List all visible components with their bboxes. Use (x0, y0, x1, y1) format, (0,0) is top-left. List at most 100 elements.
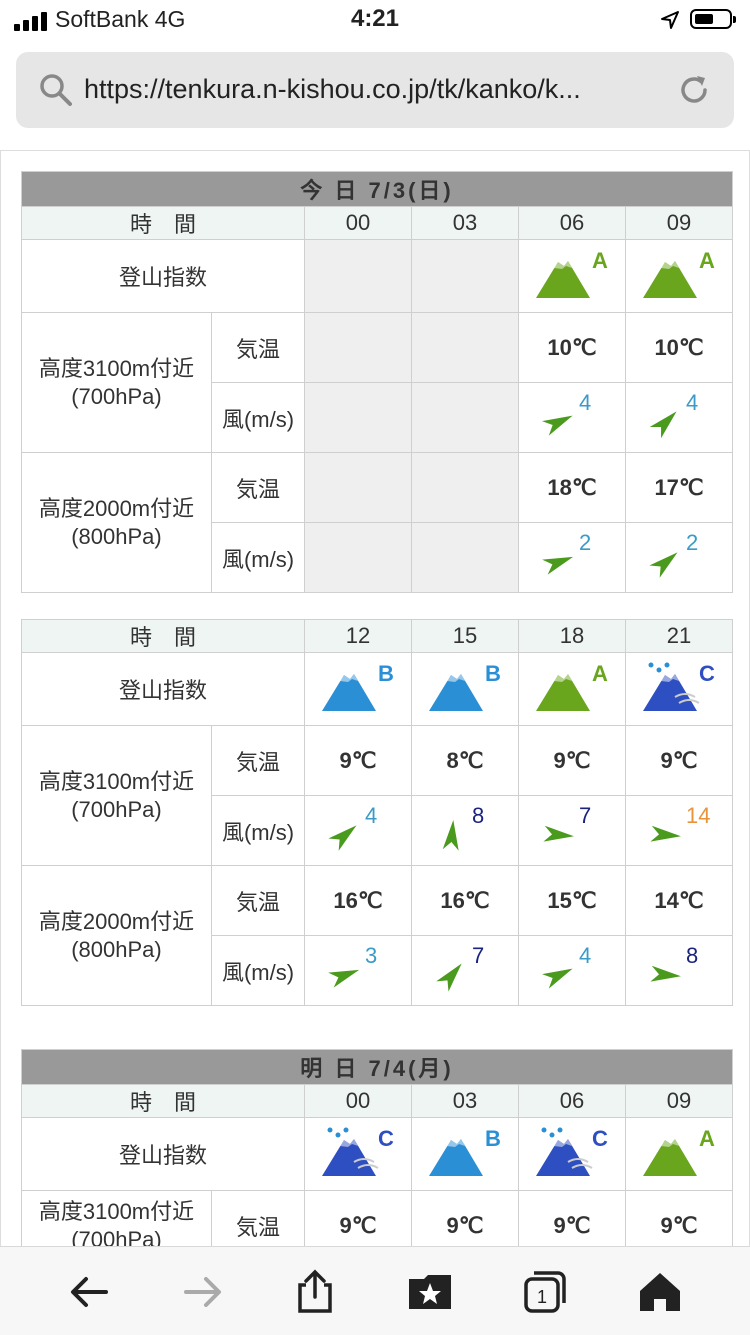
forecast-table: 明 日 7/4(月) 時 間 00 03 06 09 登山指数 C B C A 高度3100m付近 (7… (20, 1049, 734, 1248)
mountain-a-icon: A (536, 661, 608, 711)
altitude-label: 高度3100m付近 (700hPa) (21, 725, 212, 866)
time-slot: 21 (625, 619, 734, 653)
wind-cell (411, 382, 519, 453)
climb-index-cell: A (624, 1117, 734, 1191)
climb-index-label: 登山指数 (21, 239, 305, 313)
mountain-c-icon: C (536, 1126, 608, 1176)
wind-cell: 4 (624, 382, 734, 453)
climb-grade-label: C (592, 1126, 608, 1151)
mountain-b-icon: B (429, 1126, 501, 1176)
altitude-pressure: (700hPa) (71, 383, 162, 409)
climb-index-cell: C (518, 1117, 626, 1191)
time-slot: 06 (518, 206, 626, 240)
wind-cell: 8 (625, 935, 734, 1006)
temperature-value: 9℃ (411, 1190, 519, 1247)
status-clock: 4:21 (350, 5, 400, 32)
day-header: 明 日 7/4(月) (20, 1049, 734, 1085)
bookmarks-icon[interactable] (406, 1269, 454, 1315)
climb-grade-label: B (485, 1126, 501, 1151)
wind-cell: 4 (304, 795, 413, 866)
climb-index-cell: A (624, 239, 734, 313)
temperature-value: 9℃ (304, 725, 413, 796)
temperature-label: 気温 (210, 725, 306, 796)
wind-indicator: 8 (644, 943, 714, 993)
climb-index-cell: B (411, 652, 520, 726)
altitude-label: 高度3100m付近 (700hPa) (21, 312, 212, 453)
wind-indicator: 7 (537, 803, 607, 853)
temperature-value: 16℃ (411, 865, 520, 936)
altitude-pressure: (800hPa) (71, 936, 162, 962)
climb-index-label: 登山指数 (21, 1117, 305, 1191)
wind-arrow-icon (442, 819, 459, 851)
altitude-label: 高度2000m付近 (800hPa) (21, 452, 212, 593)
temperature-label: 気温 (211, 1190, 305, 1247)
altitude-height: 高度2000m付近 (38, 908, 195, 934)
wind-speed: 2 (686, 529, 699, 555)
address-bar[interactable]: https://tenkura.n-kishou.co.jp/tk/kanko/… (16, 52, 734, 128)
time-slot: 00 (304, 206, 412, 240)
temperature-value: 18℃ (518, 452, 626, 523)
home-icon[interactable] (636, 1269, 684, 1315)
time-slot: 09 (624, 206, 734, 240)
back-icon[interactable] (66, 1269, 112, 1315)
temperature-value (304, 312, 412, 383)
wind-cell: 14 (625, 795, 734, 866)
share-icon[interactable] (292, 1269, 338, 1315)
mountain-a-icon: A (643, 1126, 715, 1176)
search-icon (40, 74, 72, 106)
altitude-label: 高度3100m付近 (700hPa) (21, 1190, 212, 1248)
wind-arrow-icon (328, 969, 360, 988)
wind-label: 風(m/s) (211, 382, 305, 453)
wind-cell: 4 (518, 382, 626, 453)
url-text[interactable]: https://tenkura.n-kishou.co.jp/tk/kanko/… (84, 74, 664, 105)
climb-grade-label: C (699, 661, 715, 686)
wind-speed: 4 (686, 389, 699, 415)
altitude-height: 高度3100m付近 (38, 1198, 195, 1224)
time-slot: 00 (304, 1084, 412, 1118)
wind-cell (304, 382, 412, 453)
day-header: 今 日 7/3(日) (20, 171, 734, 207)
tabs-icon[interactable]: 1 (522, 1269, 568, 1315)
wind-speed: 4 (579, 389, 592, 415)
wind-cell (304, 522, 412, 593)
reload-icon[interactable] (676, 72, 712, 108)
wind-arrow-icon (542, 556, 574, 575)
wind-arrow-icon (436, 963, 462, 992)
wind-speed: 8 (686, 942, 699, 968)
mountain-c-icon: C (322, 1126, 394, 1176)
temperature-value: 8℃ (411, 725, 520, 796)
wind-arrow-icon (542, 968, 573, 989)
temperature-value: 9℃ (625, 725, 734, 796)
climb-grade-label: A (699, 248, 715, 273)
wind-indicator: 4 (323, 803, 393, 853)
climb-grade-label: A (592, 661, 608, 686)
time-slot: 12 (304, 619, 413, 653)
wind-speed: 4 (365, 802, 378, 828)
wind-cell: 2 (518, 522, 626, 593)
forward-icon[interactable] (180, 1269, 226, 1315)
forecast-table: 今 日 7/3(日) 時 間 00 03 06 09 登山指数 A A 高度3100m付近 (700… (20, 171, 734, 593)
temperature-value: 14℃ (625, 865, 734, 936)
wind-label: 風(m/s) (210, 935, 306, 1006)
time-label: 時 間 (21, 1084, 305, 1118)
climb-grade-label: A (592, 248, 608, 273)
climb-index-cell: A (518, 652, 627, 726)
climb-index-label: 登山指数 (20, 652, 306, 726)
wind-label: 風(m/s) (211, 522, 305, 593)
wind-arrow-icon (650, 965, 681, 982)
status-bar: SoftBank 4G 4:21 (0, 0, 750, 42)
climb-index-cell: A (518, 239, 626, 313)
temperature-value (411, 452, 519, 523)
battery-icon (690, 9, 736, 29)
wind-indicator: 2 (644, 530, 714, 580)
time-label: 時 間 (20, 619, 306, 653)
wind-speed: 2 (579, 529, 592, 555)
altitude-pressure: (700hPa) (71, 1226, 162, 1248)
climb-index-cell (304, 239, 412, 313)
temperature-value: 16℃ (304, 865, 413, 936)
altitude-height: 高度2000m付近 (38, 495, 195, 521)
climb-grade-label: B (485, 661, 501, 686)
mountain-a-icon: A (536, 248, 608, 298)
climb-grade-label: A (699, 1126, 715, 1151)
altitude-pressure: (700hPa) (71, 796, 162, 822)
